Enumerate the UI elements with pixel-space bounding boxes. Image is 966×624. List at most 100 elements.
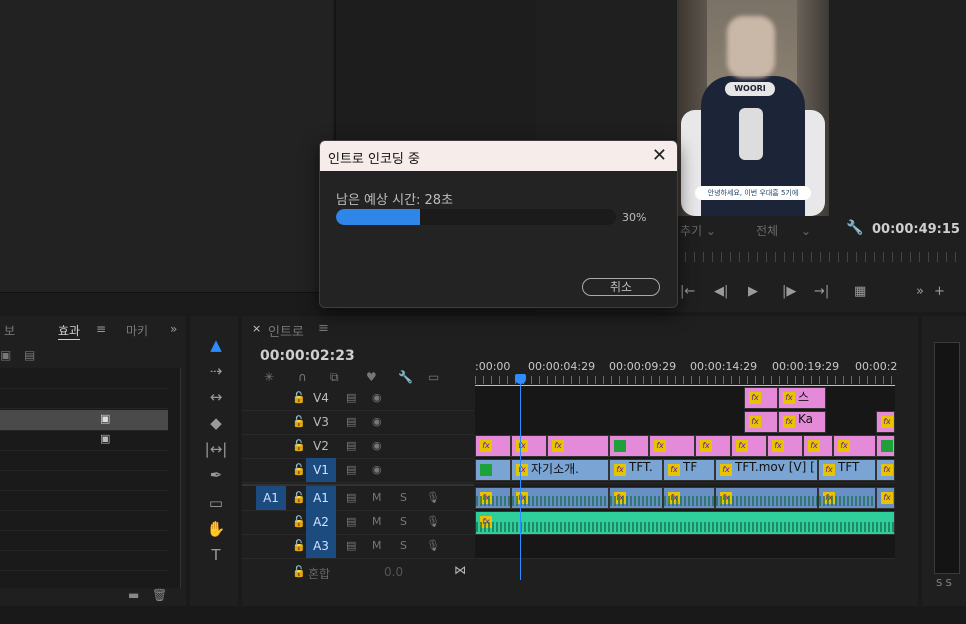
list-item[interactable] — [0, 450, 168, 471]
wrench-icon[interactable]: 🔧 — [846, 220, 863, 236]
track-label-v1[interactable]: V1 — [306, 458, 336, 482]
list-item[interactable] — [0, 368, 168, 389]
snap-icon[interactable]: ∩ — [298, 370, 307, 384]
list-item[interactable]: ▣ — [0, 430, 168, 451]
clip[interactable]: fx — [475, 435, 511, 457]
more-icon[interactable]: » — [916, 284, 924, 299]
clip[interactable]: fx 자기소개. — [511, 459, 609, 481]
slip-tool-icon[interactable]: |↔| — [204, 438, 228, 460]
eye-icon[interactable]: ◉ — [372, 391, 382, 404]
track-label-a1[interactable]: A1 — [306, 486, 336, 510]
sync-icon[interactable]: ▤ — [346, 515, 356, 528]
clip[interactable]: fx — [833, 435, 876, 457]
clip[interactable]: fx — [695, 435, 731, 457]
solo-icon[interactable]: S — [400, 491, 407, 504]
track-label-v4[interactable]: V4 — [306, 386, 336, 410]
tab-info[interactable]: 보 — [4, 322, 15, 339]
program-timecode[interactable]: 00:00:49:15 — [872, 222, 960, 237]
linked-selection-icon[interactable]: ⧉ — [330, 370, 339, 385]
track-select-tool-icon[interactable]: ⇢ — [204, 360, 228, 382]
playhead-handle[interactable] — [515, 374, 526, 384]
list-item[interactable] — [0, 470, 168, 491]
audio-clip[interactable]: fx — [715, 487, 818, 509]
clip[interactable]: fx — [876, 411, 895, 433]
fit-dropdown[interactable]: 추기 ⌄ — [680, 222, 716, 239]
eye-icon[interactable]: ◉ — [372, 463, 382, 476]
clip[interactable]: fx — [744, 411, 778, 433]
panel-overflow-icon[interactable]: » — [170, 322, 177, 336]
eye-icon[interactable]: ◉ — [372, 415, 382, 428]
razor-tool-icon[interactable]: ◆ — [204, 412, 228, 434]
list-item[interactable] — [0, 490, 168, 511]
mute-icon[interactable]: M — [372, 491, 382, 504]
go-to-end-icon[interactable]: ⋈ — [454, 563, 466, 577]
ripple-edit-tool-icon[interactable]: ↔ — [204, 386, 228, 408]
track-label-a3[interactable]: A3 — [306, 534, 336, 558]
clip[interactable]: fx — [744, 387, 778, 409]
track-lane-a3[interactable] — [475, 534, 895, 559]
lock-icon[interactable]: 🔓 — [292, 565, 306, 578]
list-item[interactable] — [0, 510, 168, 531]
tab-sequence[interactable]: 인트로 — [268, 321, 304, 340]
close-icon[interactable]: ✕ — [652, 145, 667, 166]
track-lane-v4[interactable] — [475, 386, 895, 411]
clip[interactable]: fx — [731, 435, 767, 457]
type-tool-icon[interactable]: T — [204, 544, 228, 566]
audio-clip[interactable]: fx — [475, 511, 895, 535]
step-back-icon[interactable]: ◀| — [714, 284, 728, 299]
lock-icon[interactable]: 🔓 — [292, 491, 306, 504]
solo-icon[interactable]: S — [400, 539, 407, 552]
solo-right-button[interactable]: S — [946, 578, 952, 589]
track-label-v2[interactable]: V2 — [306, 434, 336, 458]
audio-clip[interactable]: fx — [511, 487, 609, 509]
clip[interactable]: fx — [547, 435, 609, 457]
track-lane-v3[interactable] — [475, 410, 895, 435]
playhead-line[interactable] — [520, 376, 521, 580]
mute-icon[interactable]: M — [372, 539, 382, 552]
clip[interactable]: fx TFT.mov [V] [ — [715, 459, 818, 481]
eye-icon[interactable]: ◉ — [372, 439, 382, 452]
close-icon[interactable]: × — [252, 322, 261, 335]
tab-markers[interactable]: 마키 — [126, 322, 148, 339]
mix-value[interactable]: 0.0 — [384, 565, 403, 579]
track-label-v3[interactable]: V3 — [306, 410, 336, 434]
clip[interactable]: fx Ka — [778, 411, 826, 433]
clip[interactable]: fx TFT — [818, 459, 876, 481]
clip[interactable]: fx — [803, 435, 833, 457]
trash-icon[interactable]: 🗑 — [152, 588, 167, 602]
clip[interactable]: fx 스 — [778, 387, 826, 409]
lock-icon[interactable]: 🔓 — [292, 439, 306, 452]
clip[interactable]: fx — [767, 435, 803, 457]
hand-tool-icon[interactable]: ✋ — [204, 518, 228, 540]
program-ruler[interactable] — [676, 252, 960, 262]
add-marker-icon[interactable]: ♥ — [366, 370, 377, 384]
sync-icon[interactable]: ▤ — [346, 463, 356, 476]
lock-icon[interactable]: 🔓 — [292, 463, 306, 476]
resolution-dropdown[interactable]: 전체 ⌄ — [756, 222, 811, 239]
folder-icon[interactable]: ▬ — [128, 588, 139, 602]
microphone-icon[interactable]: 🎙 — [426, 491, 440, 504]
lock-icon[interactable]: 🔓 — [292, 391, 306, 404]
clip[interactable] — [475, 459, 511, 481]
play-icon[interactable]: ▶ — [748, 284, 758, 299]
lock-icon[interactable]: 🔓 — [292, 415, 306, 428]
source-patch-a1[interactable]: A1 — [256, 486, 286, 510]
preset-icon[interactable]: ▤ — [24, 348, 35, 362]
clip[interactable] — [609, 435, 649, 457]
solo-icon[interactable]: S — [400, 515, 407, 528]
list-item[interactable] — [0, 550, 168, 571]
clip[interactable]: fx — [649, 435, 695, 457]
audio-clip[interactable]: fx — [475, 487, 511, 509]
list-item[interactable] — [0, 530, 168, 551]
sync-icon[interactable]: ▤ — [346, 539, 356, 552]
lock-icon[interactable]: 🔓 — [292, 515, 306, 528]
sync-icon[interactable]: ▤ — [346, 391, 356, 404]
audio-clip[interactable]: fx — [663, 487, 715, 509]
audio-clip[interactable]: fx — [818, 487, 876, 509]
step-forward-icon[interactable]: |▶ — [782, 284, 796, 299]
microphone-icon[interactable]: 🎙 — [426, 515, 440, 528]
sync-icon[interactable]: ▤ — [346, 415, 356, 428]
clip[interactable]: fx TF — [663, 459, 715, 481]
list-item[interactable]: ▣ — [0, 410, 168, 431]
pen-tool-icon[interactable]: ✒ — [204, 464, 228, 486]
